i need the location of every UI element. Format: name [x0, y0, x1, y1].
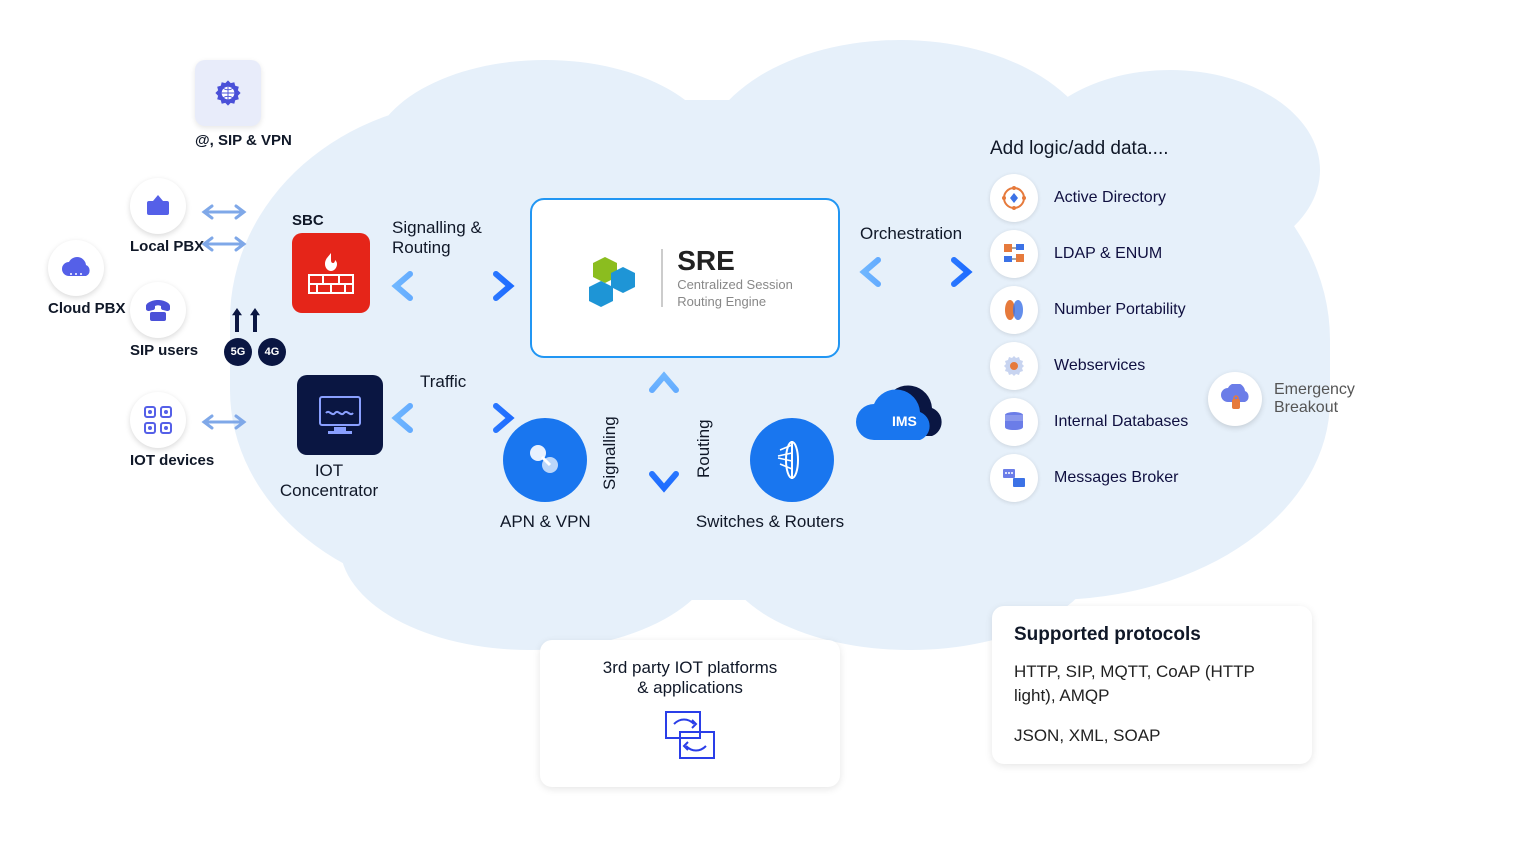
tag-5g: 5G — [224, 338, 252, 366]
third-party-line1: 3rd party IOT platforms — [562, 658, 818, 678]
phone-icon — [130, 282, 186, 338]
protocols-line1: HTTP, SIP, MQTT, CoAP (HTTP light), AMQP — [1014, 660, 1290, 708]
ims-cloud-icon: IMS — [844, 382, 954, 452]
router-icon — [750, 418, 834, 502]
cloud-icon — [48, 240, 104, 296]
signalling-routing-label: Signalling & Routing — [392, 218, 522, 258]
apn-vpn-node: APN & VPN — [500, 418, 591, 532]
signalling-routing-arrow — [388, 266, 518, 306]
switches-routers-node: Switches & Routers — [728, 418, 855, 532]
cloud-pbx-node: Cloud PBX — [48, 240, 126, 317]
emergency-breakout-node: Emergency Breakout — [1208, 372, 1355, 426]
sre-subtitle2: Routing Engine — [677, 294, 793, 311]
iot-concentrator-node: IOT Concentrator — [286, 375, 394, 501]
protocols-line2: JSON, XML, SOAP — [1014, 726, 1290, 746]
logic-label: LDAP & ENUM — [1054, 245, 1162, 263]
emergency-label1: Emergency — [1274, 381, 1355, 399]
logic-label: Webservices — [1054, 357, 1145, 375]
sip-users-node: SIP users — [130, 282, 198, 359]
left-biarrow2 — [196, 408, 252, 438]
logic-item: Internal Databases — [990, 398, 1188, 446]
sre-subtitle1: Centralized Session — [677, 277, 793, 294]
logic-item: Active Directory — [990, 174, 1188, 222]
left-biarrow1 — [196, 200, 252, 274]
logic-section: Add logic/add data.... Active Directory … — [990, 138, 1188, 510]
databases-icon — [990, 398, 1038, 446]
sbc-node: SBC — [292, 212, 370, 313]
emergency-label2: Breakout — [1274, 399, 1355, 417]
logic-label: Active Directory — [1054, 189, 1166, 207]
upload-box-icon — [130, 178, 186, 234]
logic-label: Messages Broker — [1054, 469, 1179, 487]
protocols-title: Supported protocols — [1014, 624, 1290, 646]
logic-item: LDAP & ENUM — [990, 230, 1188, 278]
orchestration-arrow — [856, 252, 976, 292]
third-party-line2: & applications — [562, 678, 818, 698]
logic-header: Add logic/add data.... — [990, 138, 1188, 160]
vertical-arrow — [644, 368, 684, 496]
logic-item: Messages Broker — [990, 454, 1188, 502]
sre-title: SRE — [677, 245, 793, 277]
ldap-enum-icon — [990, 230, 1038, 278]
sip-vpn-node: @, SIP & VPN — [195, 60, 292, 149]
local-pbx-node: Local PBX — [130, 178, 204, 255]
traffic-arrow — [388, 398, 518, 438]
number-portability-icon — [990, 286, 1038, 334]
tag-4g: 4G — [258, 338, 286, 366]
logic-item: Number Portability — [990, 286, 1188, 334]
sip-users-label: SIP users — [130, 342, 198, 359]
gear-globe-icon — [195, 60, 261, 126]
exchange-icon — [660, 708, 720, 764]
third-party-panel: 3rd party IOT platforms & applications — [540, 640, 840, 787]
logic-label: Number Portability — [1054, 301, 1186, 319]
up-arrow-icon — [232, 308, 242, 332]
orchestration-label: Orchestration — [860, 224, 962, 244]
cellular-tags: 5G 4G — [224, 338, 286, 366]
iot-devices-icon — [130, 392, 186, 448]
local-pbx-label: Local PBX — [130, 238, 204, 255]
emergency-cloud-icon — [1208, 372, 1262, 426]
iot-devices-label: IOT devices — [130, 452, 214, 469]
webservices-icon — [990, 342, 1038, 390]
apn-vpn-label: APN & VPN — [500, 512, 591, 532]
protocols-panel: Supported protocols HTTP, SIP, MQTT, CoA… — [992, 606, 1312, 764]
active-directory-icon — [990, 174, 1038, 222]
traffic-label: Traffic — [420, 372, 466, 392]
apn-vpn-icon — [503, 418, 587, 502]
sre-box: SRE Centralized Session Routing Engine — [530, 198, 840, 358]
cellular-arrows — [232, 308, 260, 332]
sbc-label: SBC — [292, 212, 370, 229]
sre-logo-icon — [577, 243, 647, 313]
signalling-vertical-label: Signalling — [600, 416, 620, 490]
firewall-icon — [292, 233, 370, 313]
logic-label: Internal Databases — [1054, 413, 1188, 431]
logic-item: Webservices — [990, 342, 1188, 390]
monitor-icon — [297, 375, 383, 455]
messages-broker-icon — [990, 454, 1038, 502]
routing-vertical-label: Routing — [694, 419, 714, 478]
cloud-pbx-label: Cloud PBX — [48, 300, 126, 317]
svg-text:IMS: IMS — [892, 413, 917, 429]
iot-concentrator-label: IOT Concentrator — [264, 461, 394, 501]
ims-node: IMS — [844, 382, 954, 457]
up-arrow-icon — [250, 308, 260, 332]
sip-vpn-label: @, SIP & VPN — [195, 132, 292, 149]
switches-routers-label: Switches & Routers — [685, 512, 855, 532]
